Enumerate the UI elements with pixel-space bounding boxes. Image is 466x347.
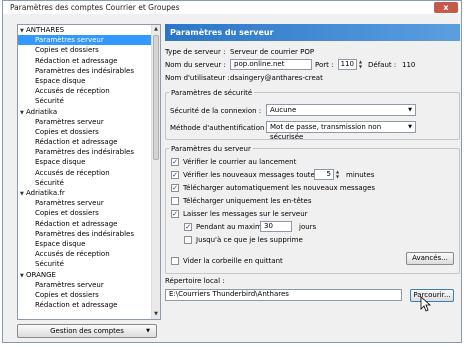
default-value: 110: [402, 61, 416, 69]
account-setting-item[interactable]: Espace disque: [18, 76, 160, 86]
account-setting-item[interactable]: Copies et dossiers: [18, 208, 160, 218]
close-button[interactable]: x: [434, 2, 458, 13]
settings-panel: Paramètres du serveur Type de serveur : …: [165, 24, 460, 342]
local-dir-input[interactable]: E:\Courriers Thunderbird\Anthares: [165, 289, 402, 301]
username-value: dsaingery@anthares-creat: [230, 74, 323, 82]
leave-on-server-label: Laisser les messages sur le serveur: [183, 210, 308, 218]
stepper-down-icon[interactable]: ▼: [357, 64, 364, 69]
panel-header: Paramètres du serveur: [165, 24, 460, 41]
account-setting-item[interactable]: Accusés de réception: [18, 86, 160, 96]
empty-trash-checkbox[interactable]: [171, 257, 179, 265]
auth-method-label: Méthode d'authentification :: [170, 124, 270, 132]
port-stepper[interactable]: ▲ ▼: [357, 59, 364, 70]
scroll-thumb[interactable]: [153, 35, 159, 160]
tree-scrollbar[interactable]: ▲ ▼: [151, 25, 160, 319]
check-startup-checkbox[interactable]: ✓: [171, 158, 179, 166]
account-setting-item[interactable]: Copies et dossiers: [18, 45, 160, 55]
account-setting-item[interactable]: Copies et dossiers: [18, 290, 160, 300]
account-setting-item[interactable]: Rédaction et adressage: [18, 300, 160, 310]
account-setting-item[interactable]: Paramètres serveur: [18, 117, 160, 127]
server-name-label: Nom du serveur :: [165, 61, 226, 69]
dropdown-icon: ▼: [146, 328, 150, 334]
mouse-cursor-icon: [420, 296, 432, 312]
account-node[interactable]: ▼ Adriatika.fr: [18, 188, 160, 198]
default-label: Défaut :: [368, 61, 397, 69]
chevron-down-icon: ▼: [408, 107, 412, 113]
account-setting-item[interactable]: Paramètres des indésirables: [18, 66, 160, 76]
manage-accounts-button[interactable]: Gestion des comptes ▼: [17, 324, 157, 338]
account-node[interactable]: ▼ ANTHARES: [18, 25, 160, 35]
auth-method-select[interactable]: Mot de passe, transmission non sécurisée…: [266, 121, 416, 141]
window-title: Paramètres des comptes Courrier et Group…: [10, 3, 180, 12]
browse-button[interactable]: Parcourir...: [410, 289, 454, 302]
server-type-value: Serveur de courrier POP: [230, 48, 315, 56]
headers-only-checkbox[interactable]: [171, 197, 179, 205]
account-setting-item[interactable]: Accusés de réception: [18, 249, 160, 259]
port-input[interactable]: 110: [338, 59, 357, 70]
port-label: Port :: [315, 61, 334, 69]
auto-download-checkbox[interactable]: ✓: [171, 184, 179, 192]
local-dir-label: Répertoire local :: [165, 277, 225, 285]
account-setting-item[interactable]: Sécurité: [18, 259, 160, 269]
scroll-down-icon[interactable]: ▼: [152, 310, 160, 319]
account-name: Adriatika.fr: [26, 189, 65, 197]
until-deleted-checkbox[interactable]: [184, 236, 192, 244]
connection-security-label: Sécurité de la connexion :: [170, 107, 262, 115]
account-node[interactable]: ▼ ORANGE: [18, 270, 160, 280]
keep-max-input[interactable]: 30: [260, 221, 292, 232]
days-label: jours: [299, 223, 317, 231]
account-setting-item[interactable]: Espace disque: [18, 157, 160, 167]
keep-max-checkbox[interactable]: ✓: [184, 223, 192, 231]
close-icon: x: [443, 3, 449, 12]
account-setting-item[interactable]: Paramètres serveur: [18, 35, 160, 46]
account-setting-item[interactable]: Rédaction et adressage: [18, 137, 160, 147]
account-setting-item[interactable]: Paramètres des indésirables: [18, 229, 160, 239]
account-tree: ▼ ANTHARES Paramètres serveur Copies et dos…: [17, 24, 161, 320]
account-tree-list: ▼ ANTHARES Paramètres serveur Copies et dos…: [18, 25, 160, 310]
title-bar: Paramètres des comptes Courrier et Group…: [3, 1, 461, 14]
check-every-stepper[interactable]: ▲ ▼: [334, 169, 341, 180]
check-every-checkbox[interactable]: ✓: [171, 171, 179, 179]
account-setting-item[interactable]: Rédaction et adressage: [18, 219, 160, 229]
account-setting-item[interactable]: Paramètres serveur: [18, 198, 160, 208]
auth-method-value: Mot de passe, transmission non sécurisée: [270, 123, 382, 141]
until-deleted-label: Jusqu'à ce que je les supprime: [196, 236, 303, 244]
account-setting-item[interactable]: Accusés de réception: [18, 168, 160, 178]
settings-window: Paramètres des comptes Courrier et Group…: [2, 0, 462, 343]
account-setting-item[interactable]: Copies et dossiers: [18, 127, 160, 137]
account-name: Adriatika: [26, 107, 58, 116]
leave-on-server-checkbox[interactable]: ✓: [171, 210, 179, 218]
check-startup-label: Vérifier le courrier au lancement: [183, 158, 297, 166]
account-node[interactable]: ▼ Adriatika: [18, 107, 160, 117]
headers-only-label: Télécharger uniquement les en-têtes: [183, 197, 312, 205]
server-settings-group: Paramètres du serveur ✓ Vérifier le cour…: [165, 145, 460, 274]
account-setting-item[interactable]: Espace disque: [18, 239, 160, 249]
server-name-input[interactable]: pop.online.net: [230, 59, 312, 70]
connection-security-select[interactable]: Aucune ▼: [266, 104, 416, 116]
account-setting-item[interactable]: Sécurité: [18, 96, 160, 106]
username-label: Nom d'utilisateur :: [165, 74, 230, 82]
auto-download-label: Télécharger automatiquement les nouveaux…: [183, 184, 376, 192]
minutes-label: minutes: [346, 171, 375, 179]
connection-security-value: Aucune: [270, 106, 297, 114]
chevron-down-icon: ▼: [408, 124, 412, 130]
empty-trash-label: Vider la corbeille en quittant: [183, 257, 283, 265]
manage-accounts-label: Gestion des comptes: [50, 327, 124, 335]
check-every-label: Vérifier les nouveaux messages toutes le…: [183, 171, 331, 179]
account-name: ORANGE: [26, 270, 56, 279]
advanced-button[interactable]: Avancés...: [406, 252, 454, 265]
account-setting-item[interactable]: Sécurité: [18, 178, 160, 188]
account-setting-item[interactable]: Paramètres des indésirables: [18, 147, 160, 157]
security-group-title: Paramètres de sécurité: [169, 89, 255, 97]
account-setting-item[interactable]: Rédaction et adressage: [18, 56, 160, 66]
security-group: Paramètres de sécurité Sécurité de la co…: [165, 89, 460, 141]
account-setting-item[interactable]: Paramètres serveur: [18, 280, 160, 290]
check-every-input[interactable]: 5: [314, 169, 334, 180]
server-settings-title: Paramètres du serveur: [169, 145, 253, 153]
server-type-label: Type de serveur :: [165, 48, 226, 56]
scroll-up-icon[interactable]: ▲: [152, 25, 160, 34]
stepper-down-icon[interactable]: ▼: [334, 174, 341, 179]
account-name: ANTHARES: [26, 26, 65, 34]
